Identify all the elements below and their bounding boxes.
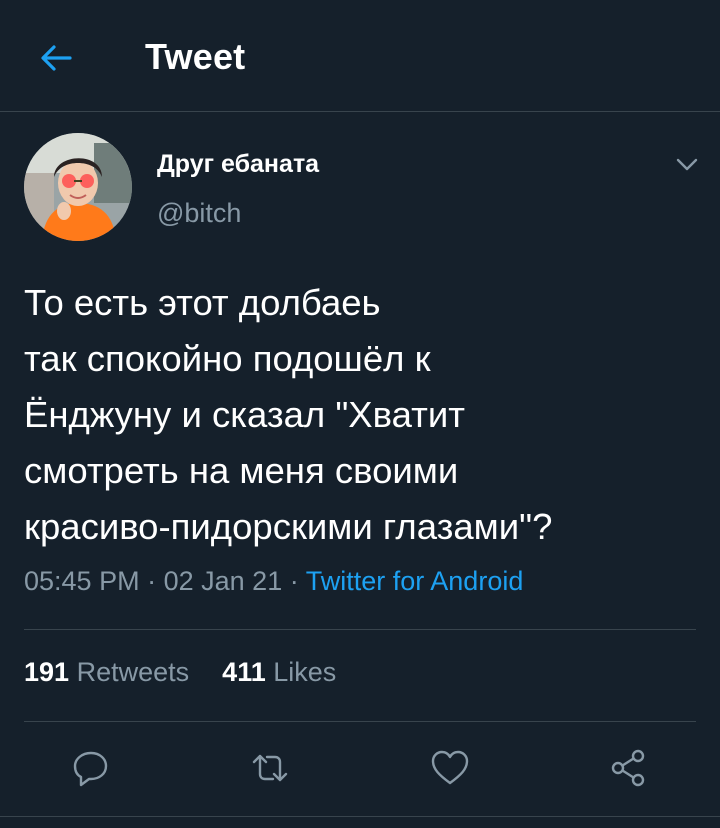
tweet-source-link[interactable]: Twitter for Android [306, 566, 524, 596]
retweets-count: 191 [24, 657, 70, 687]
share-button[interactable] [609, 748, 649, 788]
like-button[interactable] [430, 748, 470, 788]
reply-button[interactable] [71, 748, 111, 788]
engagement-stats: 191 Retweets 411 Likes [24, 657, 336, 688]
back-button[interactable] [34, 36, 78, 80]
tweet-date: 02 Jan 21 [163, 566, 283, 596]
arrow-left-icon [41, 45, 72, 71]
divider [0, 816, 720, 817]
avatar[interactable] [24, 133, 132, 241]
divider [24, 629, 696, 630]
tweet-text: То есть этот долбаеь так спокойно подошё… [24, 282, 553, 547]
meta-separator: · [289, 566, 299, 596]
likes-label: Likes [273, 657, 337, 687]
user-handle[interactable]: @bitch [157, 198, 241, 229]
likes-stat[interactable]: 411 Likes [222, 657, 336, 687]
tweet-time: 05:45 PM [24, 566, 140, 596]
retweets-stat[interactable]: 191 Retweets [24, 657, 189, 687]
share-icon [611, 749, 645, 787]
chevron-down-icon [676, 158, 698, 171]
page-title: Tweet [145, 36, 246, 77]
display-name[interactable]: Друг ебаната [157, 150, 319, 179]
retweet-button[interactable] [250, 748, 290, 788]
tweet-meta: 05:45 PM · 02 Jan 21 · Twitter for Andro… [24, 566, 523, 597]
more-options-button[interactable] [672, 152, 702, 176]
retweet-icon [252, 754, 288, 782]
divider [24, 721, 696, 722]
top-bar: Tweet [0, 0, 720, 112]
meta-separator: · [147, 566, 157, 596]
retweets-label: Retweets [76, 657, 190, 687]
reply-icon [73, 751, 108, 787]
likes-count: 411 [222, 657, 266, 687]
heart-icon [431, 750, 469, 785]
